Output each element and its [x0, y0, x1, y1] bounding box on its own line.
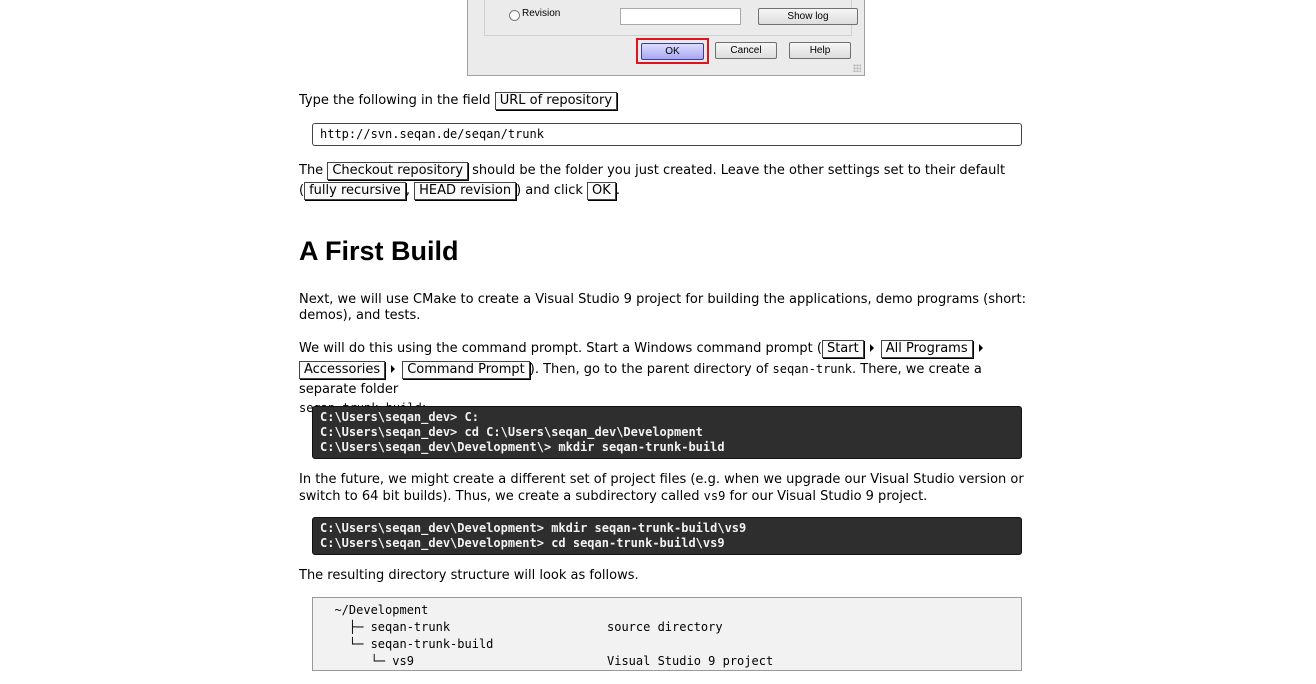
dialog-ok-button: OK — [641, 43, 704, 60]
checkout-text: . — [615, 183, 620, 198]
tree-row: ├─ seqan-trunk source directory — [320, 619, 1014, 636]
paragraph-structure: The resulting directory structure will l… — [299, 568, 639, 583]
menu-arrow-icon — [391, 364, 396, 373]
terminal-line: C:\Users\seqan_dev\Development\> mkdir s… — [320, 440, 725, 454]
terminal-block-2: C:\Users\seqan_dev\Development> mkdir se… — [312, 517, 1022, 555]
section-heading: A First Build — [299, 236, 459, 266]
paragraph-text: for our Visual Studio 9 project. — [729, 489, 928, 504]
head-revision-label: HEAD revision — [414, 182, 517, 200]
tree-path: ~/Development — [320, 603, 429, 617]
terminal-line: C:\Users\seqan_dev\Development> cd seqan… — [320, 536, 725, 550]
menu-command-prompt: Command Prompt — [402, 361, 530, 379]
menu-all-programs: All Programs — [880, 340, 973, 358]
checkout-repository-label: Checkout repository — [327, 162, 469, 180]
dialog-help-button: Help — [789, 42, 851, 59]
svn-checkout-dialog-screenshot: Revision Show log OK Cancel Help — [467, 0, 865, 76]
revision-label: Revision — [522, 8, 561, 19]
repository-url-box: http://svn.seqan.de/seqan/trunk — [312, 123, 1022, 146]
dialog-cancel-button: Cancel — [715, 42, 777, 59]
directory-tree: ~/Development ├─ seqan-trunk source direc… — [312, 597, 1022, 671]
checkout-text: The — [299, 163, 324, 178]
instruction-text: Type the following in the field — [299, 93, 491, 108]
terminal-line: C:\Users\seqan_dev> C: — [320, 410, 479, 424]
checkout-text: should be the folder you just created. L… — [472, 163, 1006, 178]
menu-accessories: Accessories — [299, 361, 386, 379]
revision-input — [620, 8, 741, 25]
revision-radio-icon — [509, 10, 520, 21]
tree-row: └─ seqan-trunk-build — [320, 636, 1014, 653]
show-log-button: Show log — [758, 8, 858, 25]
menu-arrow-icon — [869, 343, 874, 352]
url-field-label: URL of repository — [494, 92, 618, 110]
inline-code: vs9 — [703, 489, 726, 503]
menu-arrow-icon — [978, 343, 983, 352]
inline-code: seqan-trunk — [772, 362, 852, 376]
terminal-line: C:\Users\seqan_dev> cd C:\Users\seqan_de… — [320, 425, 703, 439]
tree-path: └─ seqan-trunk-build — [320, 637, 494, 651]
tree-description: source directory — [607, 620, 723, 634]
checkout-text: ) and click — [516, 183, 583, 198]
tree-description: Visual Studio 9 project — [607, 654, 774, 668]
tree-row: └─ vs9 Visual Studio 9 project — [320, 653, 1014, 670]
checkout-paragraph: The Checkout repository should be the fo… — [299, 161, 1039, 201]
ok-button-highlight: OK — [636, 38, 709, 64]
menu-start: Start — [821, 340, 864, 358]
checkout-text: , — [405, 183, 410, 198]
url-instruction: Type the following in the field URL of r… — [299, 92, 1039, 110]
fully-recursive-label: fully recursive — [304, 182, 406, 200]
resize-grip-icon — [853, 64, 861, 72]
dialog-revision-group: Revision Show log — [484, 0, 858, 36]
terminal-block-1: C:\Users\seqan_dev> C: C:\Users\seqan_de… — [312, 406, 1022, 459]
tree-row: ~/Development — [320, 602, 1014, 619]
paragraph-vs9: In the future, we might create a differe… — [299, 472, 1039, 505]
tree-path: ├─ seqan-trunk — [320, 620, 451, 634]
terminal-line: C:\Users\seqan_dev\Development> mkdir se… — [320, 521, 747, 535]
paragraph-text: We will do this using the command prompt… — [299, 341, 822, 356]
paragraph-cmake: Next, we will use CMake to create a Visu… — [299, 292, 1027, 323]
ok-label: OK — [587, 182, 616, 200]
paragraph-text: ). Then, go to the parent directory of — [529, 362, 769, 377]
tree-path: └─ vs9 — [320, 654, 414, 668]
